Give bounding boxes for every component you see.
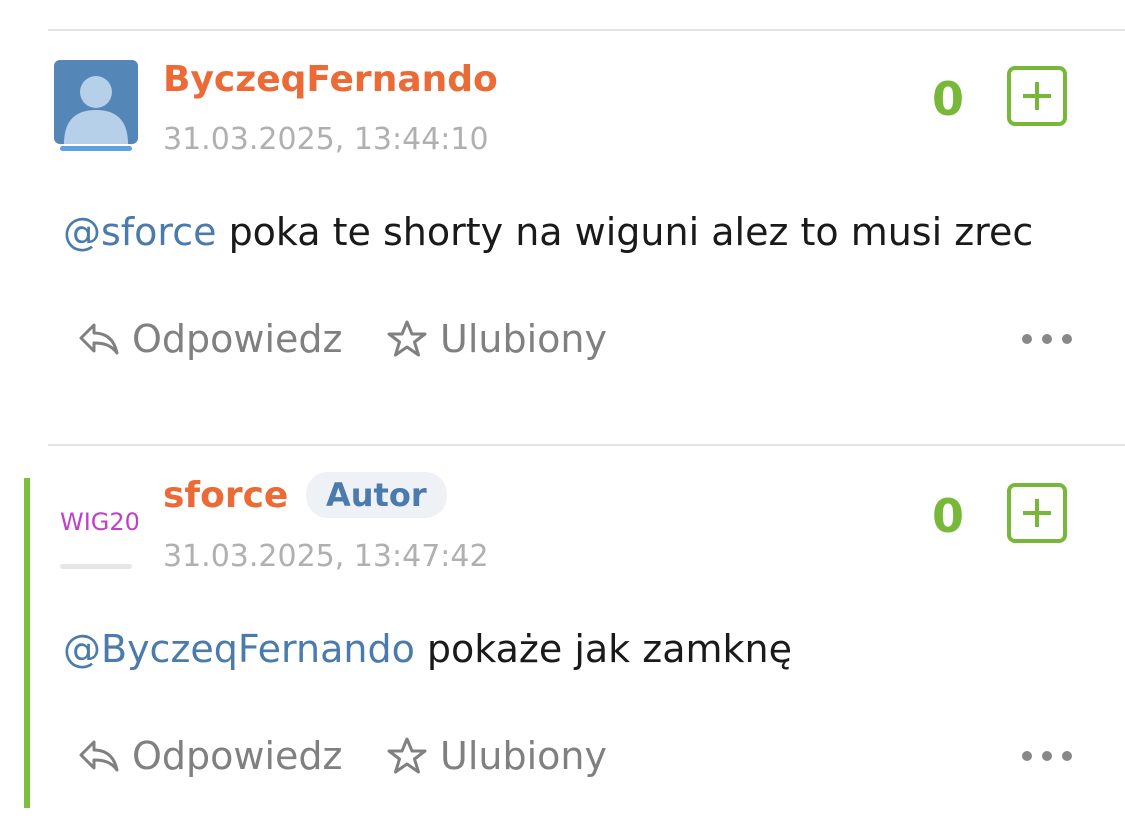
comment-actions: Odpowiedz Ulubiony [78,731,1078,781]
reply-arrow-icon [79,740,119,772]
more-options-icon[interactable] [1022,751,1072,763]
favorite-label: Ulubiony [440,734,607,778]
avatar-image[interactable]: WIG20 [54,478,138,562]
comment-text: pokaże jak zamknę [414,627,792,671]
dot [1062,751,1072,761]
reply-button[interactable]: Odpowiedz [78,731,342,781]
reply-label: Odpowiedz [132,734,343,778]
username[interactable]: sforce [163,476,288,516]
author-badge: Autor [306,472,447,518]
comment-body: @ByczeqFernando pokaże jak zamknę [63,626,792,672]
dot [1042,751,1052,761]
author-accent-bar [24,478,30,808]
star-icon [387,737,427,774]
dot [1022,751,1032,761]
wig20-avatar-drawing: WIG20 [60,508,138,536]
upvote-plus-button[interactable] [1007,483,1067,543]
comment-2: WIG20 sforce Autor 31.03.2025, 13:47:42 … [0,0,1125,816]
timestamp: 31.03.2025, 13:47:42 [163,539,489,574]
vote-score: 0 [931,489,964,543]
favorite-button[interactable]: Ulubiony [386,731,607,781]
avatar-text: WIG20 [60,508,138,536]
mention-link[interactable]: @ByczeqFernando [63,627,415,671]
avatar-underline [60,564,132,569]
